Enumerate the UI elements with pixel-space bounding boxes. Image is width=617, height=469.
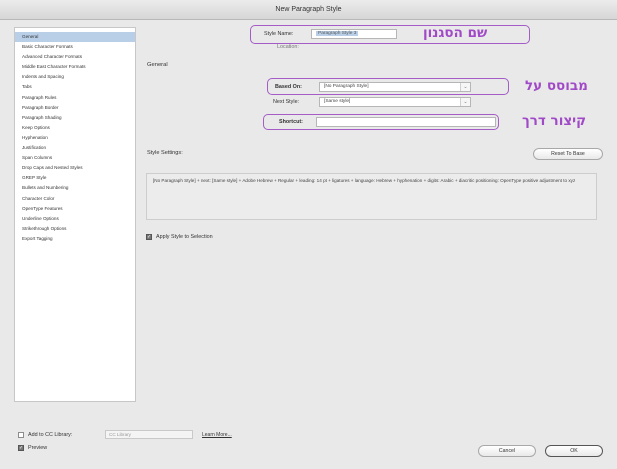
sidebar-item-opentype-features[interactable]: OpenType Features (15, 204, 135, 214)
apply-style-checkbox[interactable]: ✓ (146, 234, 152, 240)
window-titlebar: New Paragraph Style (0, 0, 617, 20)
sidebar-item-justification[interactable]: Justification (15, 143, 135, 153)
shortcut-highlight (263, 114, 499, 130)
style-settings-description: [No Paragraph Style] + next: [Same style… (146, 173, 597, 220)
sidebar-item-paragraph-rules[interactable]: Paragraph Rules (15, 93, 135, 103)
sidebar-item-character-color[interactable]: Character Color (15, 194, 135, 204)
based-on-highlight (267, 78, 509, 95)
window-title: New Paragraph Style (275, 6, 342, 13)
chevron-down-icon: ⌄ (460, 98, 470, 106)
shortcut-annotation: קיצור דרך (522, 113, 587, 129)
add-to-cc-library-label: Add to CC Library: (28, 432, 73, 438)
style-name-annotation: שם הסגנון (423, 25, 488, 41)
sidebar-item-advanced-character-formats[interactable]: Advanced Character Formats (15, 52, 135, 62)
sidebar-item-keep-options[interactable]: Keep Options (15, 123, 135, 133)
next-style-value: [Same style] (324, 99, 351, 104)
section-title: General (147, 62, 168, 68)
sidebar-item-tabs[interactable]: Tabs (15, 82, 135, 92)
location-label: Location: (277, 44, 299, 50)
sidebar-item-middle-east-character-formats[interactable]: Middle East Character Formats (15, 62, 135, 72)
next-style-label: Next Style: (273, 99, 300, 105)
sidebar-item-strikethrough-options[interactable]: Strikethrough Options (15, 224, 135, 234)
sidebar-item-basic-character-formats[interactable]: Basic Character Formats (15, 42, 135, 52)
sidebar-item-general[interactable]: General (15, 32, 135, 43)
sidebar-item-underline-options[interactable]: Underline Options (15, 214, 135, 224)
sidebar-item-drop-caps-and-nested-styles[interactable]: Drop Caps and Nested Styles (15, 163, 135, 173)
preview-checkbox[interactable]: ✓ (18, 445, 24, 451)
preview-label: Preview (28, 445, 48, 451)
category-list: General Basic Character Formats Advanced… (14, 27, 136, 402)
sidebar-item-export-tagging[interactable]: Export Tagging (15, 234, 135, 244)
next-style-select[interactable]: [Same style] ⌄ (319, 97, 471, 107)
ok-button[interactable]: OK (545, 445, 603, 457)
cancel-button[interactable]: Cancel (478, 445, 536, 457)
learn-more-link[interactable]: Learn More... (202, 432, 232, 438)
apply-style-label: Apply Style to Selection (156, 234, 213, 240)
sidebar-item-indents-and-spacing[interactable]: Indents and Spacing (15, 72, 135, 82)
style-settings-label: Style Settings: (147, 150, 183, 156)
sidebar-item-grep-style[interactable]: GREP Style (15, 173, 135, 183)
sidebar-item-span-columns[interactable]: Span Columns (15, 153, 135, 163)
sidebar-item-paragraph-shading[interactable]: Paragraph Shading (15, 113, 135, 123)
reset-to-base-button[interactable]: Reset To Base (533, 148, 603, 160)
add-to-cc-library-checkbox[interactable] (18, 432, 24, 438)
cc-library-select[interactable]: CC Library (105, 430, 193, 439)
based-on-annotation: מבוסס על (525, 78, 588, 94)
style-name-highlight (250, 25, 530, 44)
sidebar-item-paragraph-border[interactable]: Paragraph Border (15, 103, 135, 113)
sidebar-item-hyphenation[interactable]: Hyphenation (15, 133, 135, 143)
sidebar-item-bullets-and-numbering[interactable]: Bullets and Numbering (15, 183, 135, 193)
